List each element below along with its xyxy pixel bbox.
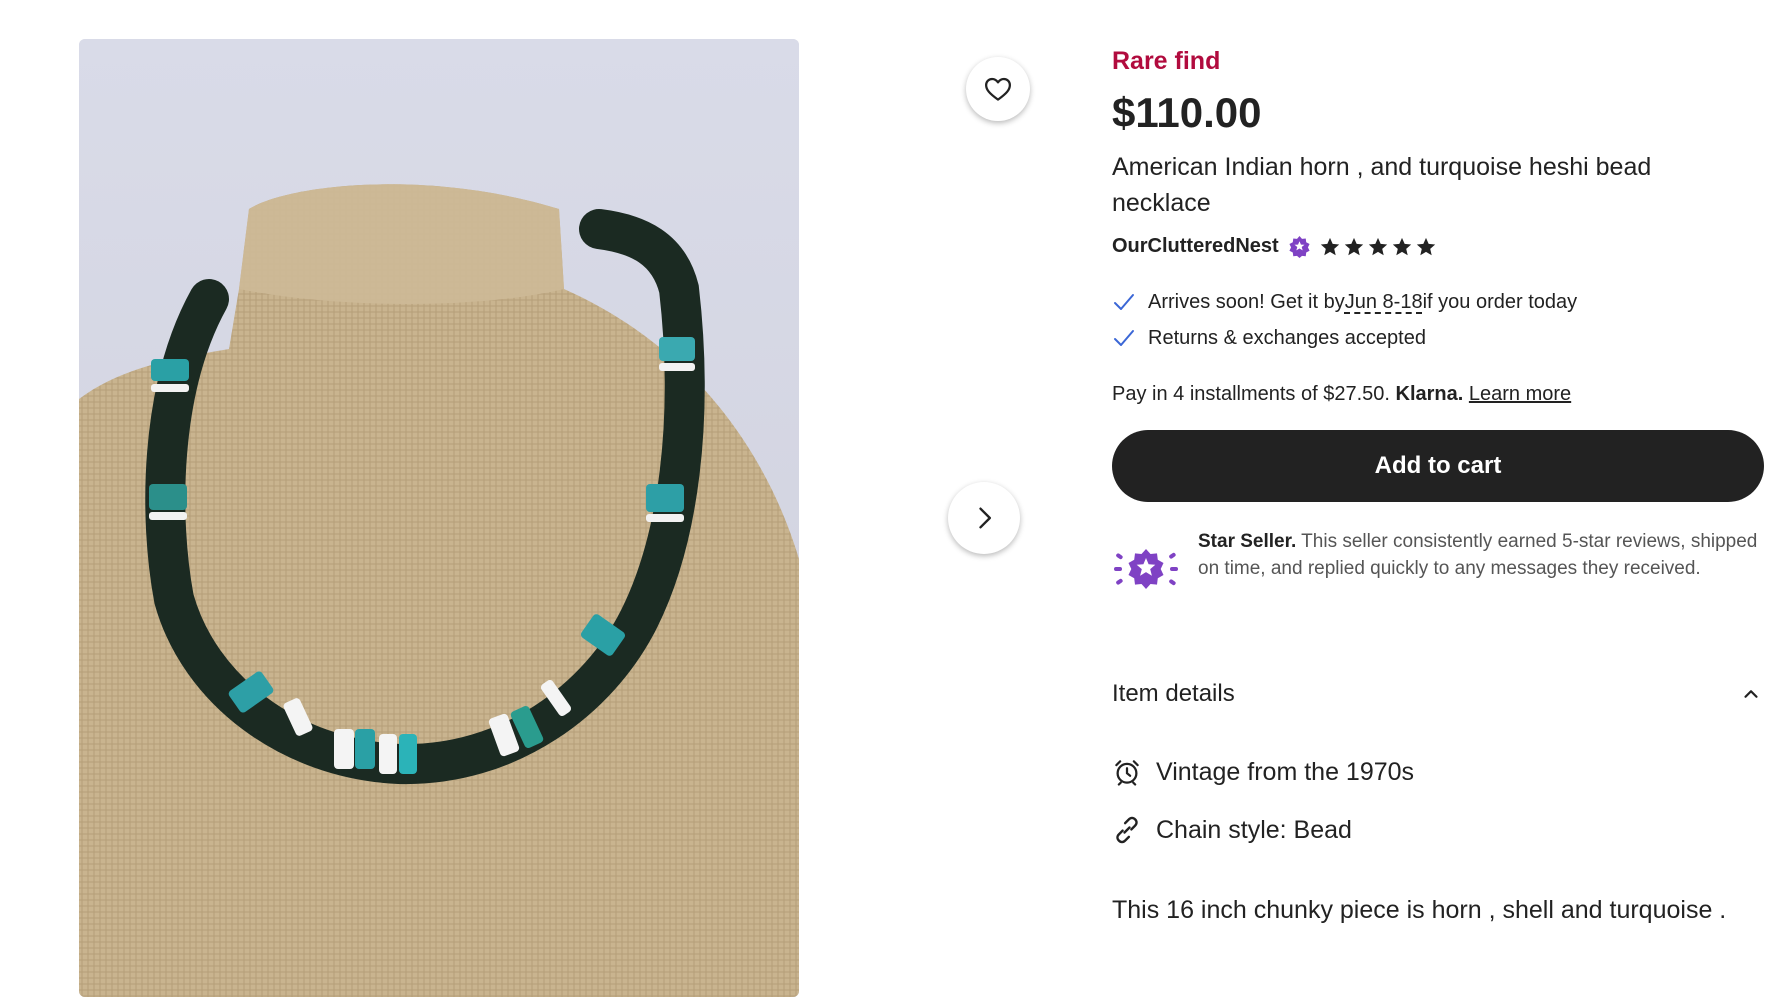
star-seller-info: Star Seller. This seller consistently ea… (1112, 528, 1766, 596)
installments-text: Pay in 4 installments of $27.50. (1112, 383, 1390, 405)
delivery-date[interactable]: Jun 8-18 (1345, 291, 1423, 314)
check-icon (1114, 330, 1134, 346)
price: $110.00 (1112, 89, 1262, 136)
rating-stars[interactable] (1319, 236, 1439, 258)
star-icon (1368, 237, 1387, 255)
item-details-heading: Item details (1112, 680, 1235, 707)
star-icon (1392, 237, 1411, 255)
klarna-brand: Klarna. (1395, 383, 1464, 405)
star-seller-badge-icon (1114, 549, 1178, 589)
star-seller-text: Star Seller. This seller consistently ea… (1198, 528, 1766, 596)
alarm-clock-icon (1115, 760, 1139, 786)
delivery-suffix: if you order today (1422, 290, 1578, 313)
item-details-toggle[interactable]: Item details (1112, 680, 1762, 708)
star-icon (1416, 237, 1435, 255)
chain-style-text: Chain style: Bead (1156, 815, 1352, 844)
klarna-installments: Pay in 4 installments of $27.50. Klarna.… (1112, 383, 1571, 406)
vintage-text: Vintage from the 1970s (1156, 757, 1415, 786)
link-chain-icon (1116, 816, 1138, 844)
seller-row: OurClutteredNest (1112, 235, 1439, 258)
necklace-on-bust-image (79, 39, 799, 997)
detail-vintage: Vintage from the 1970s (1112, 757, 1414, 787)
check-icon (1114, 294, 1134, 310)
returns-text: Returns & exchanges accepted (1148, 326, 1426, 349)
learn-more-link[interactable]: Learn more (1469, 383, 1571, 405)
seller-name-link[interactable]: OurClutteredNest (1112, 235, 1279, 258)
star-icon (1320, 237, 1339, 255)
star-seller-badge-icon (1289, 235, 1310, 258)
listing-title: American Indian horn , and turquoise hes… (1112, 153, 1652, 217)
add-to-cart-button[interactable]: Add to cart (1112, 430, 1764, 502)
next-image-button[interactable] (948, 482, 1020, 554)
chevron-right-icon (979, 507, 991, 529)
delivery-estimate: Arrives soon! Get it by Jun 8-18 if you … (1112, 290, 1577, 314)
favorite-button[interactable] (966, 57, 1030, 121)
star-seller-heading: Star Seller. (1198, 531, 1297, 552)
item-description: This 16 inch chunky piece is horn , shel… (1112, 896, 1727, 924)
product-photo[interactable] (79, 39, 799, 997)
returns-policy: Returns & exchanges accepted (1112, 326, 1426, 350)
delivery-prefix: Arrives soon! Get it by (1148, 290, 1345, 313)
star-icon (1344, 237, 1363, 255)
chevron-up-icon (1744, 690, 1758, 698)
rare-find-label: Rare find (1112, 47, 1221, 75)
heart-icon (985, 77, 1011, 101)
detail-chain-style: Chain style: Bead (1112, 815, 1352, 845)
